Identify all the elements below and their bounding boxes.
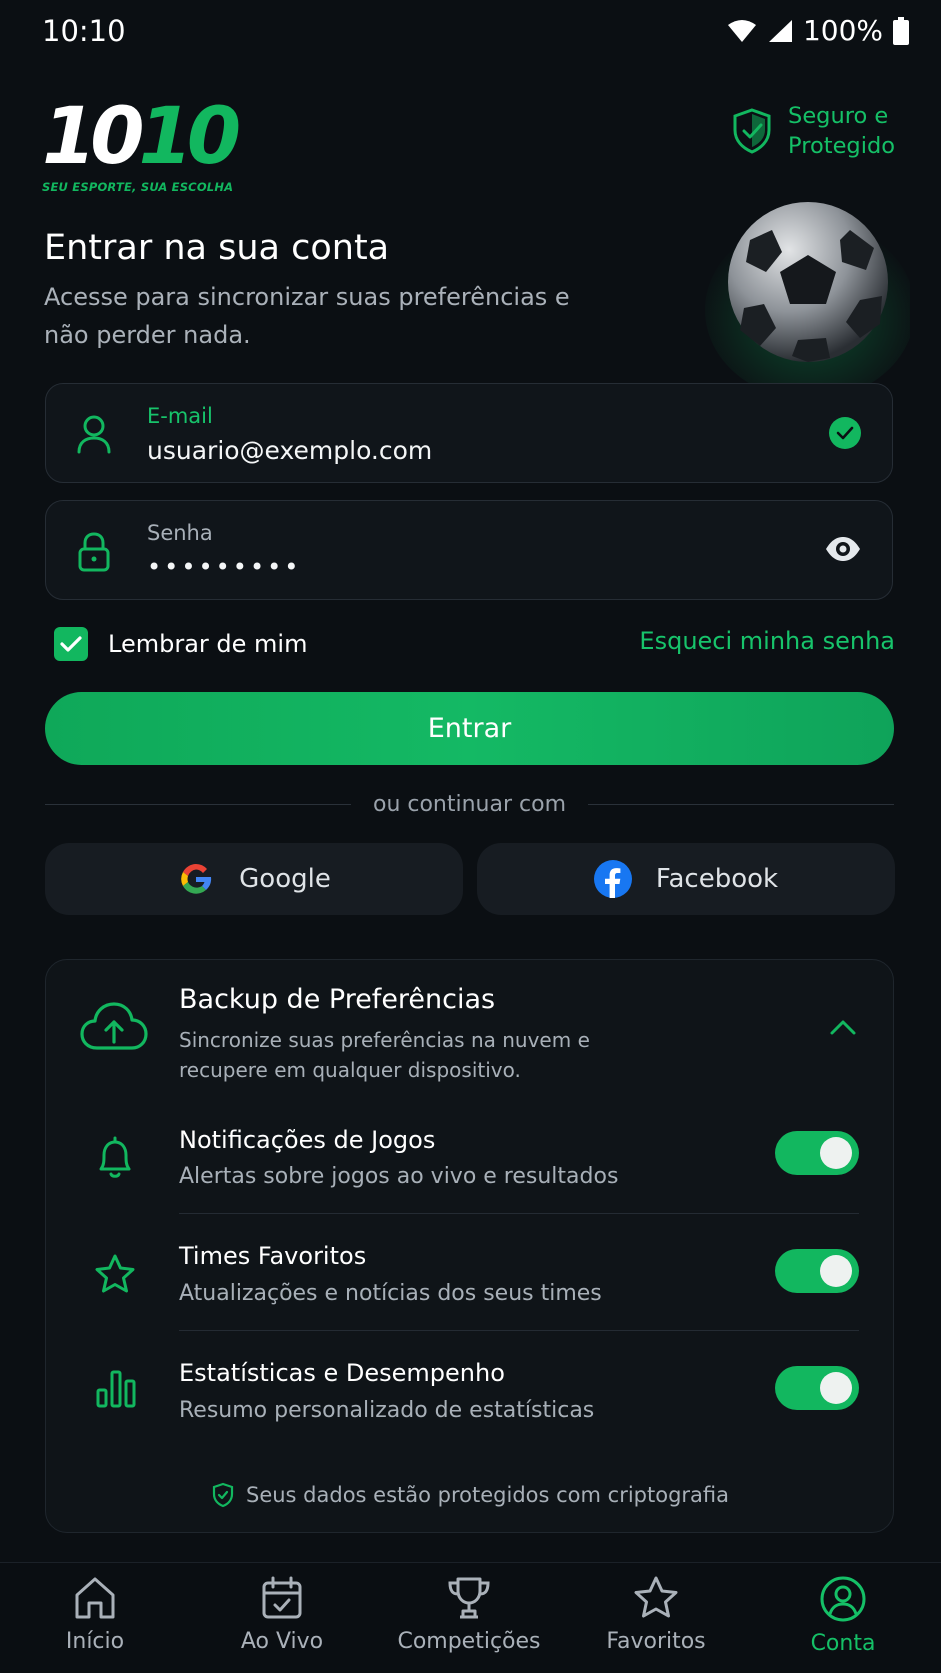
- remember-label: Lembrar de mim: [108, 630, 308, 658]
- facebook-label: Facebook: [655, 864, 779, 894]
- logo-tagline: SEU ESPORTE, SUA ESCOLHA: [42, 180, 234, 194]
- cloud-upload-icon: [79, 1000, 149, 1052]
- nav-label: Competições: [397, 1629, 541, 1654]
- nav-item-competicoes[interactable]: Competições: [375, 1575, 563, 1654]
- row-divider: [179, 1213, 859, 1214]
- email-field[interactable]: E-mail usuario@exemplo.com: [45, 383, 893, 483]
- password-input[interactable]: •••••••••: [147, 553, 301, 581]
- google-login-button[interactable]: Google: [45, 843, 463, 915]
- favorite-teams-title: Times Favoritos: [179, 1242, 367, 1270]
- toggle-knob: [820, 1372, 852, 1404]
- page-subtitle: Acesse para sincronizar suas preferência…: [44, 283, 570, 349]
- nav-item-ao-vivo[interactable]: Ao Vivo: [188, 1575, 376, 1654]
- email-input[interactable]: usuario@exemplo.com: [147, 436, 432, 465]
- favorite-teams-subtitle: Atualizações e notícias dos seus times: [179, 1281, 602, 1306]
- signal-icon: [767, 19, 793, 43]
- toggle-knob: [820, 1255, 852, 1287]
- shield-icon: [212, 1482, 234, 1508]
- shield-check-icon: [732, 108, 772, 154]
- notifications-toggle[interactable]: [775, 1131, 859, 1175]
- battery-level: 100%: [802, 14, 883, 47]
- star-icon: [633, 1575, 679, 1621]
- status-icons: 100%: [727, 14, 909, 47]
- divider-text: ou continuar com: [372, 792, 567, 817]
- bell-icon: [95, 1135, 135, 1181]
- eye-icon[interactable]: [824, 535, 862, 563]
- trophy-icon: [445, 1575, 493, 1621]
- remember-checkbox[interactable]: [54, 627, 88, 661]
- statistics-subtitle: Resumo personalizado de estatísticas: [179, 1398, 595, 1423]
- nav-item-conta[interactable]: Conta: [749, 1575, 937, 1656]
- check-circle-icon: [828, 416, 862, 450]
- notifications-title: Notificações de Jogos: [179, 1126, 436, 1154]
- statistics-toggle[interactable]: [775, 1366, 859, 1410]
- nav-item-inicio[interactable]: Início: [1, 1575, 189, 1654]
- favorite-teams-toggle[interactable]: [775, 1249, 859, 1293]
- backup-description: Sincronize suas preferências na nuvem e …: [179, 1028, 590, 1082]
- social-divider: ou continuar com: [45, 792, 894, 817]
- nav-label: Favoritos: [606, 1629, 706, 1654]
- privacy-text: Seus dados estão protegidos com criptogr…: [246, 1483, 729, 1507]
- divider-line-right: [588, 804, 894, 805]
- notifications-subtitle: Alertas sobre jogos ao vivo e resultados: [179, 1164, 619, 1189]
- privacy-note: Seus dados estão protegidos com criptogr…: [0, 1482, 941, 1508]
- chevron-up-icon[interactable]: [829, 1018, 857, 1036]
- nav-label: Conta: [810, 1631, 876, 1656]
- password-label: Senha: [147, 521, 213, 545]
- secure-line-1: Seguro e: [788, 103, 889, 129]
- bar-chart-icon: [95, 1368, 137, 1408]
- page-title: Entrar na sua conta: [44, 228, 390, 268]
- calendar-icon: [260, 1575, 304, 1621]
- nav-label: Início: [65, 1629, 125, 1654]
- google-label: Google: [239, 864, 331, 894]
- backup-title: Backup de Preferências: [179, 984, 496, 1015]
- forgot-password-link[interactable]: Esqueci minha senha: [639, 627, 895, 655]
- secure-badge: Seguro e Protegido: [732, 101, 895, 161]
- battery-icon: [893, 16, 909, 45]
- wifi-icon: [727, 19, 757, 43]
- google-icon: [177, 860, 215, 898]
- facebook-login-button[interactable]: Facebook: [477, 843, 895, 915]
- secure-line-2: Protegido: [788, 133, 895, 159]
- user-icon: [819, 1575, 867, 1623]
- login-button[interactable]: Entrar: [45, 692, 894, 765]
- remember-me[interactable]: Lembrar de mim: [54, 627, 307, 661]
- divider-line-left: [45, 804, 351, 805]
- facebook-icon: [593, 860, 632, 898]
- app-logo: 1010 SEU ESPORTE, SUA ESCOLHA: [42, 98, 242, 194]
- toggle-knob: [820, 1137, 852, 1169]
- lock-icon: [76, 531, 112, 573]
- nav-item-favoritos[interactable]: Favoritos: [562, 1575, 750, 1654]
- nav-label: Ao Vivo: [240, 1629, 324, 1654]
- email-label: E-mail: [147, 404, 213, 428]
- row-divider: [179, 1330, 859, 1331]
- soccer-ball-illustration: [690, 200, 910, 400]
- star-icon: [93, 1253, 137, 1295]
- logo-white: 10: [42, 92, 145, 182]
- statistics-title: Estatísticas e Desempenho: [179, 1359, 505, 1387]
- logo-green: 10: [138, 92, 242, 182]
- user-icon: [76, 414, 112, 454]
- status-time: 10:10: [42, 14, 126, 48]
- home-icon: [73, 1575, 117, 1621]
- password-field[interactable]: Senha •••••••••: [45, 500, 893, 600]
